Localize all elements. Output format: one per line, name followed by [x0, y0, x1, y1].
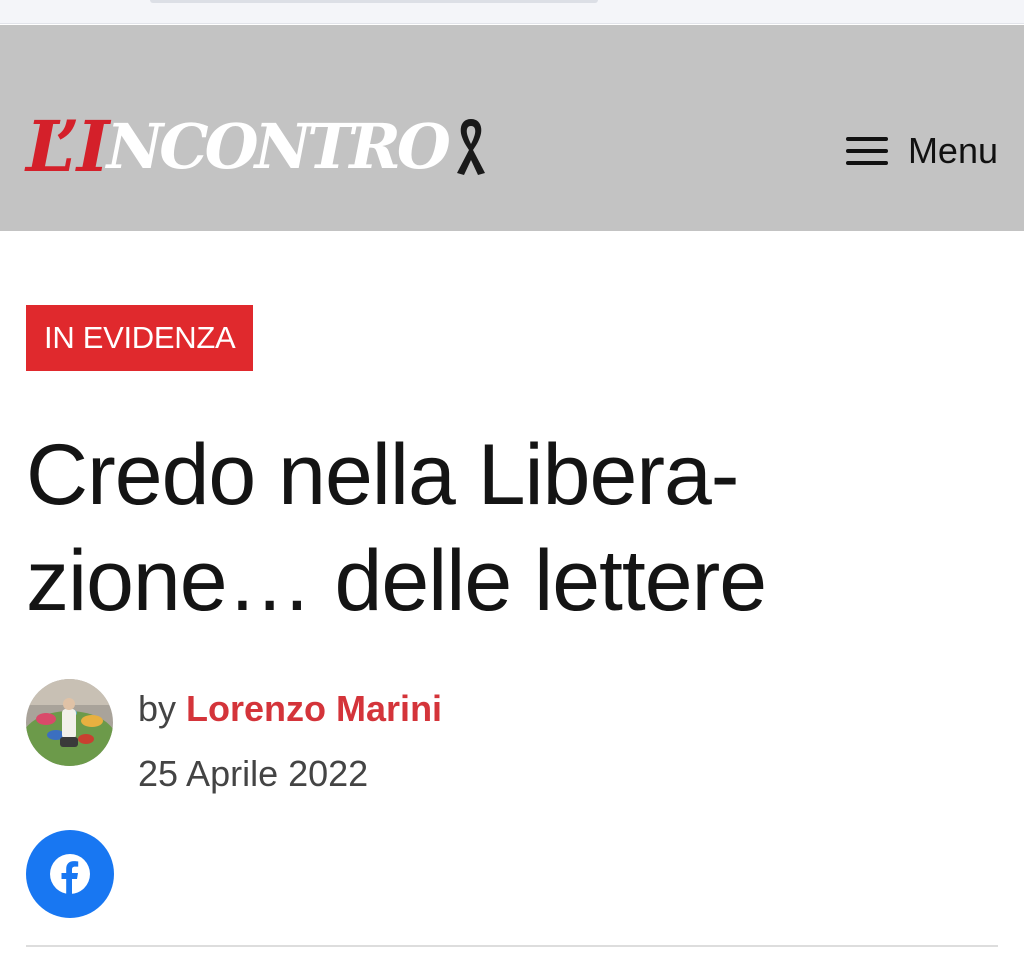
- site-logo[interactable]: L’I NCONTRO: [26, 107, 489, 187]
- logo-wordmark: NCONTRO: [106, 110, 451, 183]
- byline: by Lorenzo Marini: [138, 688, 442, 730]
- site-header: L’I NCONTRO Menu: [0, 25, 1024, 231]
- hamburger-icon: [845, 137, 888, 165]
- article-title-line-1: Credo nella Libera-: [26, 427, 739, 523]
- address-bar-edge[interactable]: [150, 0, 598, 3]
- browser-toolbar-edge: [0, 0, 1024, 24]
- menu-label: Menu: [907, 130, 998, 171]
- article-title-line-2: zione… delle lettere: [26, 533, 767, 629]
- author-link[interactable]: Lorenzo Marini: [186, 688, 442, 729]
- article-title: Credo nella Libera- zione… delle lettere: [26, 422, 986, 634]
- author-avatar[interactable]: [26, 679, 113, 766]
- category-badge[interactable]: IN EVIDENZA: [26, 305, 254, 371]
- avatar-image: [26, 679, 113, 766]
- byline-prefix: by: [138, 688, 177, 729]
- menu-button[interactable]: Menu: [845, 129, 998, 173]
- content-divider: [26, 945, 998, 947]
- logo-prefix: L’I: [26, 105, 110, 188]
- facebook-share-button[interactable]: [26, 830, 114, 918]
- publish-date: 25 Aprile 2022: [138, 753, 369, 794]
- facebook-icon: [50, 854, 90, 894]
- mourning-ribbon-icon: [456, 119, 485, 175]
